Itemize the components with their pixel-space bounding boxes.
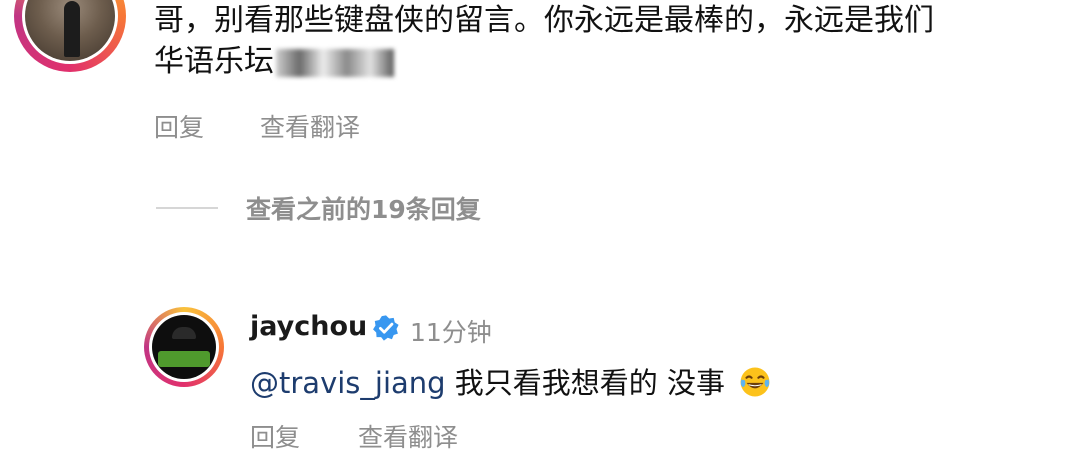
replies-divider-line (156, 207, 218, 209)
reply-translate-button[interactable]: 查看翻译 (358, 423, 458, 452)
mention-link[interactable]: @travis_jiang (250, 366, 446, 400)
comment-line-2-text: 华语乐坛 (154, 44, 274, 79)
reply-avatar[interactable] (144, 307, 224, 387)
reply-username[interactable]: jaychou (250, 311, 367, 342)
censored-text-blur (276, 48, 394, 77)
avatar-hat (172, 327, 196, 339)
comment-text: 哥，别看那些键盘侠的留言。你永远是最棒的，永远是我们 华语乐坛 (154, 0, 1064, 82)
tears-of-joy-emoji-icon (740, 367, 770, 397)
avatar-green-car (158, 351, 210, 367)
reply-text: @travis_jiang 我只看我想看的 没事 (250, 360, 772, 402)
view-previous-replies-button[interactable]: 查看之前的19条回复 (246, 190, 481, 226)
avatar-ring-gap (22, 0, 118, 64)
avatar-ring-gap (149, 312, 219, 382)
avatar-photo (25, 0, 115, 61)
reply-button[interactable]: 回复 (154, 108, 204, 144)
avatar-photo (152, 315, 216, 379)
reply-reply-button[interactable]: 回复 (250, 423, 300, 452)
reply-message: 我只看我想看的 没事 (454, 366, 726, 400)
comment-line-1: 哥，别看那些键盘侠的留言。你永远是最棒的，永远是我们 (154, 3, 934, 38)
verified-badge-icon (373, 315, 399, 341)
reply-timestamp: 11分钟 (410, 318, 492, 347)
comment-line-2: 华语乐坛 (154, 41, 1064, 82)
translate-button[interactable]: 查看翻译 (260, 108, 360, 144)
commenter-avatar[interactable] (14, 0, 126, 72)
avatar-figure (64, 1, 80, 57)
reply-actions: 回复 查看翻译 (250, 418, 458, 454)
